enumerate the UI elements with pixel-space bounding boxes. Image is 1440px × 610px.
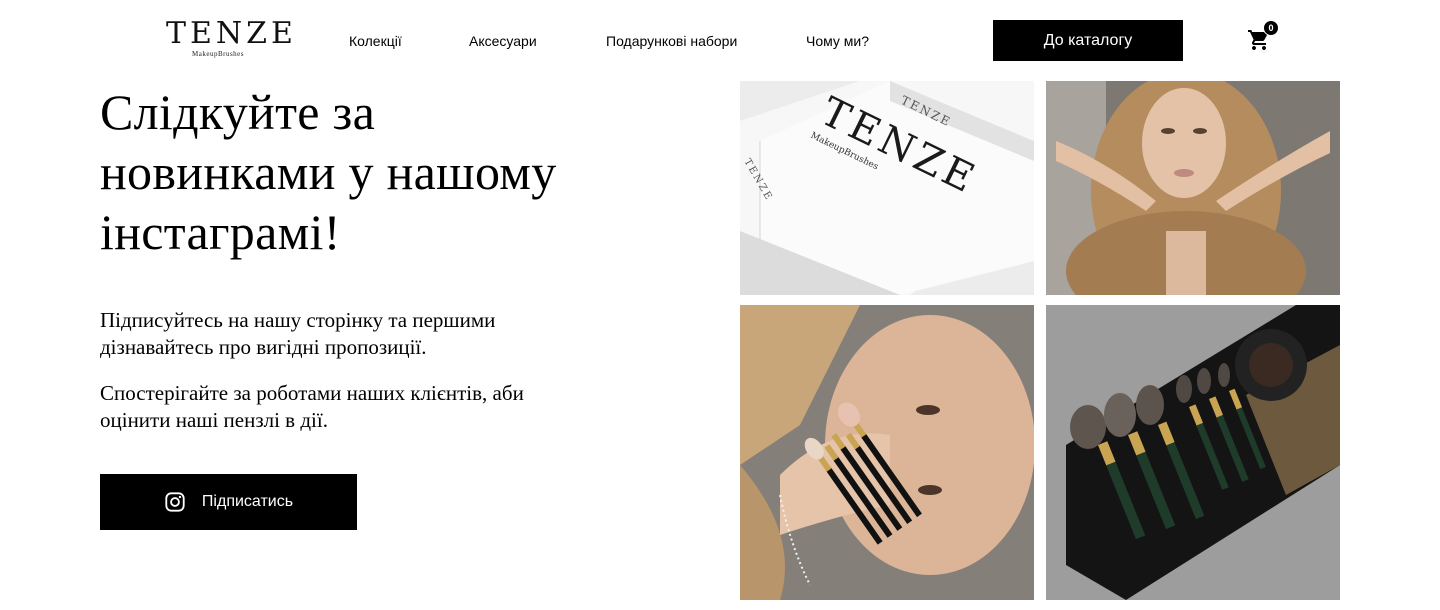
paragraph-line: оцінити наші пензлі в дії. <box>100 408 328 432</box>
cart-count-badge: 0 <box>1263 20 1279 36</box>
logo-wordmark: TENZE <box>166 16 297 51</box>
nav-collections[interactable]: Колекції <box>349 33 402 49</box>
brand-logo[interactable]: TENZE MakeupBrushes <box>166 16 297 62</box>
instagram-post-boxes[interactable]: TENZE MakeupBrushes TENZE TENZE <box>740 81 1034 295</box>
instagram-post-model-portrait[interactable] <box>1046 81 1340 295</box>
instagram-post-brush-set[interactable] <box>1046 305 1340 600</box>
model-brushes-illustration <box>740 305 1034 600</box>
hero-title-line: інстаграмі! <box>100 204 341 260</box>
nav-why-us[interactable]: Чому ми? <box>806 33 869 49</box>
catalog-button[interactable]: До каталогу <box>993 20 1183 61</box>
boxes-illustration: TENZE MakeupBrushes TENZE TENZE <box>740 81 1034 295</box>
subscribe-button-label: Підписатись <box>201 493 294 510</box>
hero-paragraph-subscribe: Підписуйтесь на нашу сторінку та першими… <box>100 307 600 361</box>
brush-set-illustration <box>1046 305 1340 600</box>
hero-title-line: Слідкуйте за <box>100 84 376 140</box>
instagram-icon <box>165 492 185 512</box>
paragraph-line: Спостерігайте за роботами наших клієнтів… <box>100 381 524 405</box>
paragraph-line: Підписуйтесь на нашу сторінку та першими <box>100 308 496 332</box>
hero-title: Слідкуйте за новинками у нашому інстагра… <box>100 82 620 262</box>
nav-accessories[interactable]: Аксесуари <box>469 33 537 49</box>
subscribe-button[interactable]: Підписатись <box>100 474 357 530</box>
logo-tagline: MakeupBrushes <box>192 50 244 58</box>
nav-gift-sets[interactable]: Подарункові набори <box>606 33 737 49</box>
hero-paragraph-clients: Спостерігайте за роботами наших клієнтів… <box>100 380 600 434</box>
paragraph-line: дізнавайтесь про вигідні пропозиції. <box>100 335 427 359</box>
cart-button[interactable]: 0 <box>1246 20 1282 54</box>
hero-title-line: новинками у нашому <box>100 144 557 200</box>
instagram-post-model-brushes[interactable] <box>740 305 1034 600</box>
model-portrait-illustration <box>1046 81 1340 295</box>
